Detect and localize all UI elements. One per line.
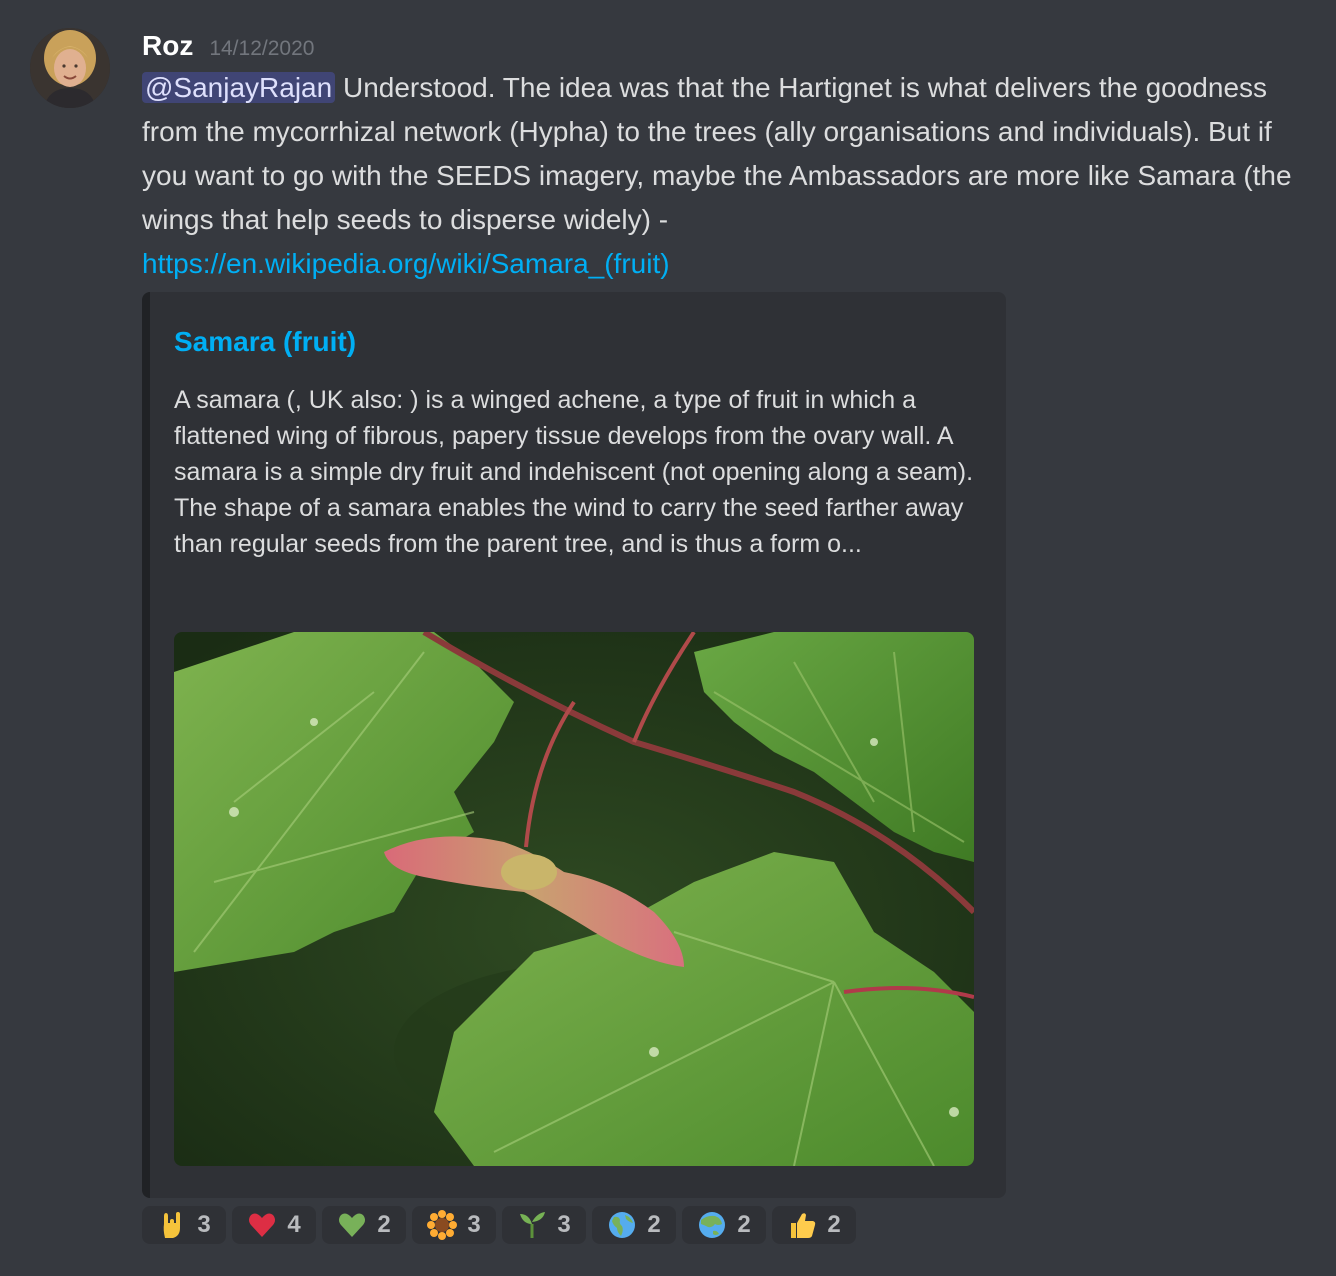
reactions-bar: 3 4 2 3 3 2 2 2 bbox=[142, 1206, 856, 1244]
reaction-count: 4 bbox=[287, 1211, 301, 1238]
reaction-globe-americas[interactable]: 2 bbox=[592, 1206, 676, 1244]
reaction-red-heart[interactable]: 4 bbox=[232, 1206, 316, 1244]
link-embed: Samara (fruit) A samara (, UK also: ) is… bbox=[142, 292, 1006, 1198]
embed-image[interactable] bbox=[174, 632, 974, 1166]
reaction-count: 3 bbox=[197, 1211, 211, 1238]
sunflower-icon bbox=[427, 1210, 458, 1240]
user-avatar[interactable] bbox=[30, 28, 110, 108]
message-text: @SanjayRajan Understood. The idea was th… bbox=[142, 66, 1292, 286]
user-mention[interactable]: @SanjayRajan bbox=[142, 72, 336, 103]
reaction-globe-asia[interactable]: 2 bbox=[682, 1206, 766, 1244]
reaction-seedling[interactable]: 3 bbox=[502, 1206, 586, 1244]
reaction-count: 3 bbox=[467, 1211, 481, 1238]
reaction-count: 2 bbox=[737, 1211, 751, 1238]
thumbs-up-icon bbox=[787, 1210, 817, 1240]
reaction-rock-hand[interactable]: 3 bbox=[142, 1206, 226, 1244]
reaction-count: 2 bbox=[827, 1211, 841, 1238]
reaction-green-heart[interactable]: 2 bbox=[322, 1206, 406, 1244]
reaction-count: 3 bbox=[557, 1211, 571, 1238]
globe-americas-icon bbox=[607, 1210, 637, 1240]
rock-hand-icon bbox=[157, 1210, 187, 1240]
reaction-sunflower[interactable]: 3 bbox=[412, 1206, 496, 1244]
reaction-thumbs-up[interactable]: 2 bbox=[772, 1206, 856, 1244]
red-heart-icon bbox=[247, 1210, 277, 1240]
globe-asia-icon bbox=[697, 1210, 727, 1240]
message-header: Roz 14/12/2020 bbox=[142, 26, 1292, 66]
wikipedia-link[interactable]: https://en.wikipedia.org/wiki/Samara_(fr… bbox=[142, 248, 670, 279]
message-content: Roz 14/12/2020 @SanjayRajan Understood. … bbox=[142, 26, 1292, 1244]
reaction-count: 2 bbox=[377, 1211, 391, 1238]
embed-title[interactable]: Samara (fruit) bbox=[174, 326, 356, 358]
green-heart-icon bbox=[337, 1210, 367, 1240]
reaction-count: 2 bbox=[647, 1211, 661, 1238]
embed-description: A samara (, UK also: ) is a winged achen… bbox=[174, 386, 974, 558]
message-timestamp: 14/12/2020 bbox=[209, 37, 315, 60]
author-name[interactable]: Roz bbox=[142, 26, 193, 66]
seedling-icon bbox=[517, 1210, 547, 1240]
